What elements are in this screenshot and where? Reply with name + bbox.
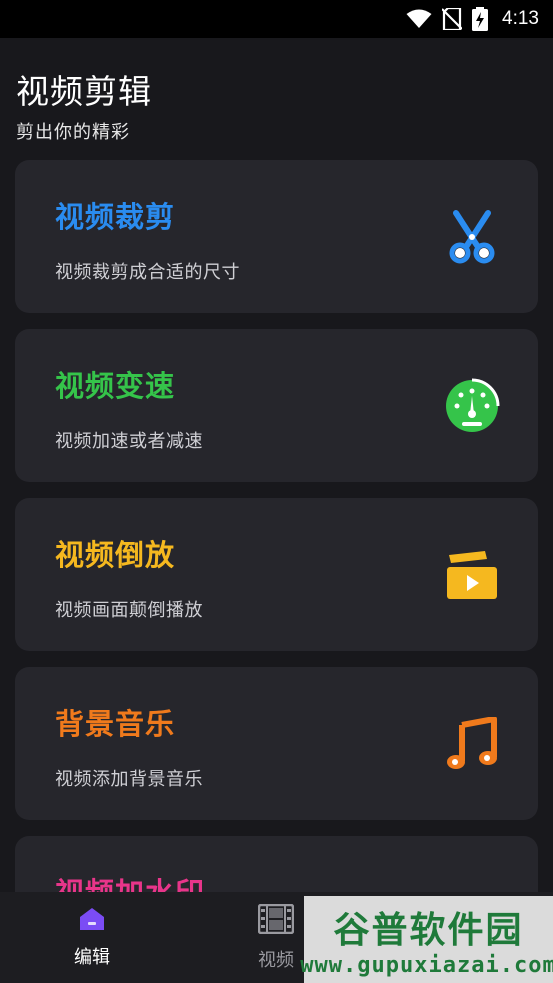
card-title: 视频裁剪 [55, 200, 176, 234]
card-video-watermark[interactable]: 视频加水印 [15, 836, 538, 896]
wifi-icon [406, 9, 432, 29]
card-desc: 视频添加背景音乐 [55, 769, 203, 790]
reverse-play-icon [442, 545, 502, 605]
music-note-icon [442, 714, 502, 774]
card-desc: 视频裁剪成合适的尺寸 [55, 262, 240, 283]
card-desc: 视频画面颠倒播放 [55, 600, 203, 621]
status-time: 4:13 [502, 8, 539, 29]
card-background-music[interactable]: 背景音乐 视频添加背景音乐 [15, 667, 538, 820]
home-icon [79, 907, 105, 935]
card-title: 视频变速 [55, 369, 176, 403]
card-desc: 视频加速或者减速 [55, 431, 203, 452]
scissors-icon [442, 207, 502, 267]
site-watermark: 谷普软件园 www.gupuxiazai.com [300, 896, 553, 983]
page-header: 视频剪辑 剪出你的精彩 [16, 70, 152, 144]
card-video-speed[interactable]: 视频变速 视频加速或者减速 [15, 329, 538, 482]
page-subtitle: 剪出你的精彩 [16, 122, 130, 143]
card-title: 视频倒放 [55, 538, 176, 572]
card-title: 背景音乐 [55, 707, 176, 741]
battery-charging-icon [472, 7, 489, 31]
status-bar: 4:13 [0, 0, 553, 38]
card-video-reverse[interactable]: 视频倒放 视频画面颠倒播放 [15, 498, 538, 651]
watermark-url: www.gupuxiazai.com [300, 953, 553, 978]
watermark-main-text: 谷普软件园 [333, 910, 524, 951]
card-video-crop[interactable]: 视频裁剪 视频裁剪成合适的尺寸 [15, 160, 538, 313]
page-title: 视频剪辑 [16, 72, 152, 111]
film-icon [257, 903, 295, 938]
nav-label: 编辑 [74, 946, 110, 968]
nav-item-edit[interactable]: 编辑 [0, 892, 184, 983]
nav-label: 视频 [258, 949, 294, 971]
speedometer-icon [442, 376, 502, 436]
feature-card-list: 视频裁剪 视频裁剪成合适的尺寸 视频变速 视频加速或者减速 视频倒放 视频画面颠… [15, 160, 538, 896]
no-sim-icon [442, 8, 463, 30]
